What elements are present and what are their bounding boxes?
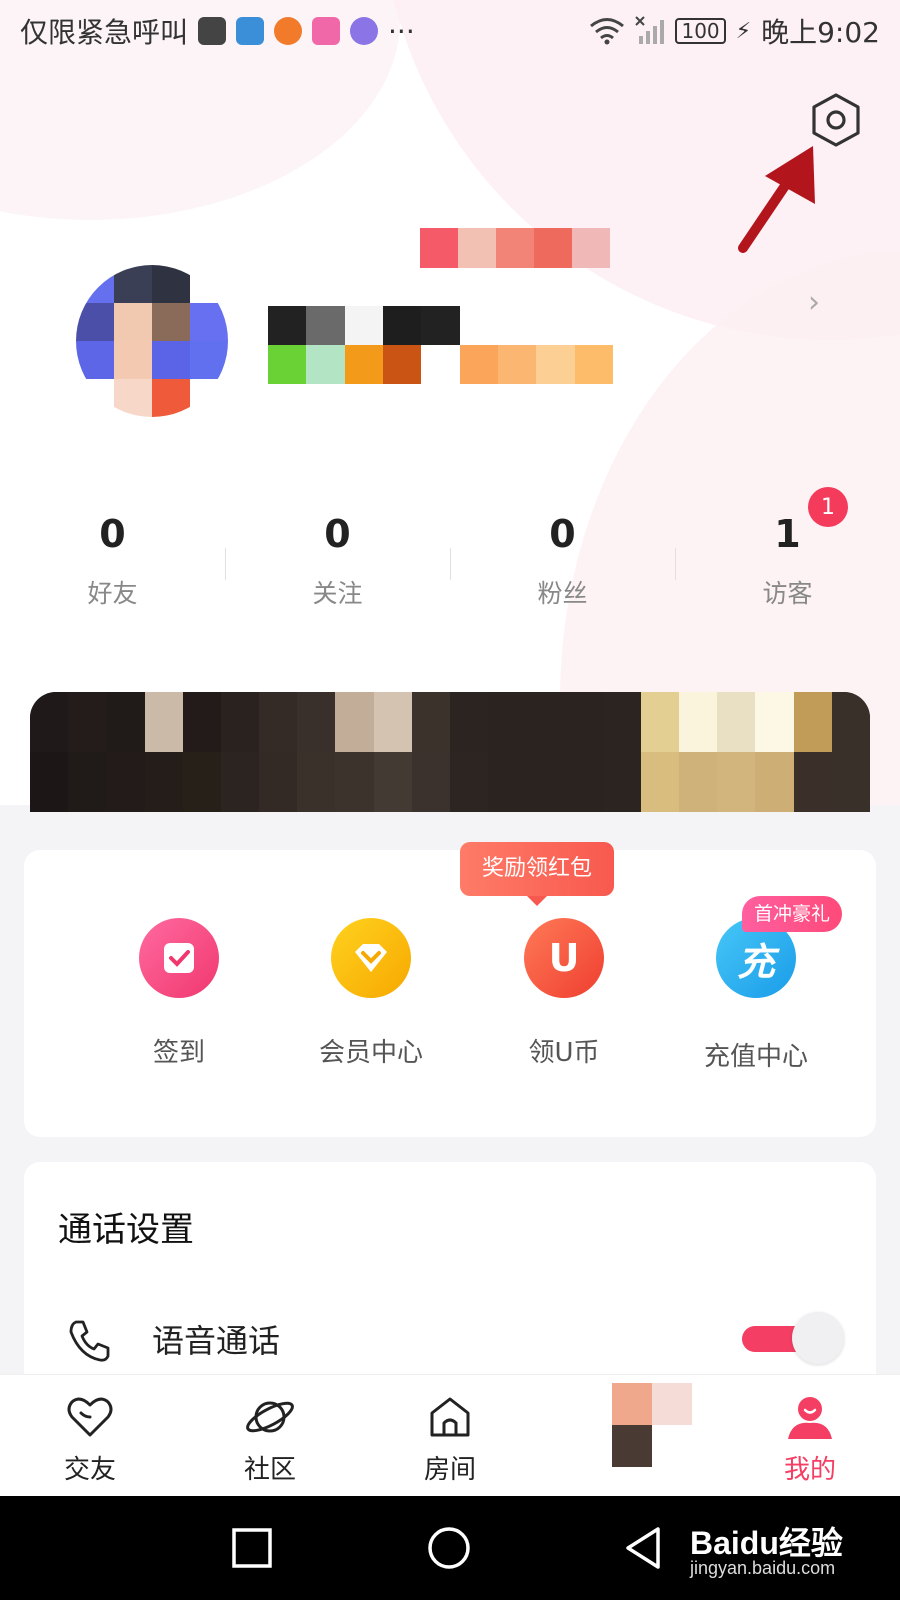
tab-label: 社区 <box>243 1455 296 1485</box>
profile-chevron-icon[interactable]: › <box>808 285 820 320</box>
tab-label: 我的 <box>783 1455 836 1485</box>
annotation-arrow <box>738 146 815 253</box>
recharge-icon-text: 充 <box>736 939 775 984</box>
voice-call-row[interactable]: 语音通话 <box>24 1310 876 1370</box>
voice-call-toggle[interactable] <box>742 1312 844 1364</box>
nickname-redacted <box>420 228 610 268</box>
call-settings-card: 通话设置 语音通话 <box>24 1162 876 1382</box>
quick-action-label: 领U币 <box>528 1038 600 1068</box>
house-icon <box>430 1397 470 1437</box>
tab-community[interactable]: 社区 <box>210 1391 330 1486</box>
back-icon[interactable] <box>620 1524 668 1572</box>
claim-ucoin-button[interactable]: U 领U币 <box>474 918 654 1069</box>
home-icon[interactable] <box>425 1524 473 1572</box>
first-recharge-tag: 首冲豪礼 <box>742 896 843 932</box>
checkin-icon <box>139 918 219 998</box>
charging-icon: ⚡ <box>735 18 752 44</box>
app-notification-icon <box>350 17 379 45</box>
user-badges-redacted <box>268 306 613 384</box>
checkin-button[interactable]: 签到 <box>89 918 269 1069</box>
vip-banner-redacted[interactable] <box>30 692 870 812</box>
wifi-icon <box>590 18 625 45</box>
quick-action-label: 签到 <box>152 1038 205 1068</box>
profile-icon <box>788 1397 832 1439</box>
vip-diamond-icon <box>331 918 411 998</box>
quick-actions-card: 签到 会员中心 U 领U币 充 充值中心 奖励领红包 首冲豪礼 <box>24 842 876 1137</box>
status-bar: 仅限紧急呼叫 ··· 100 ⚡ 晚上9:02 <box>0 0 900 62</box>
tab-label: 交友 <box>63 1455 116 1485</box>
ucoin-icon: U <box>524 918 604 998</box>
stat-following[interactable]: 0 关注 <box>225 510 450 620</box>
toggle-knob <box>792 1312 844 1364</box>
stat-fans[interactable]: 0 粉丝 <box>450 510 675 620</box>
more-notifications-icon: ··· <box>388 14 415 48</box>
stat-label: 好友 <box>87 579 138 608</box>
tab-label: 房间 <box>423 1455 476 1485</box>
stat-label: 粉丝 <box>537 579 588 608</box>
stat-value: 0 <box>549 512 576 556</box>
stat-label: 访客 <box>762 579 813 608</box>
user-avatar[interactable] <box>76 265 228 417</box>
carrier-text: 仅限紧急呼叫 <box>20 16 189 49</box>
recharge-center-button[interactable]: 充 充值中心 <box>666 918 846 1073</box>
activity-app-icon <box>198 17 227 45</box>
ucoin-icon-text: U <box>548 936 580 980</box>
quick-action-label: 充值中心 <box>703 1042 808 1072</box>
tab-rooms[interactable]: 房间 <box>390 1391 510 1486</box>
app-notification-icon <box>236 17 265 45</box>
heart-icon <box>67 1397 113 1437</box>
reward-bubble[interactable]: 奖励领红包 <box>460 842 615 906</box>
stat-value: 1 <box>774 512 801 556</box>
stat-friends[interactable]: 0 好友 <box>0 510 225 620</box>
stats-row: 0 好友 0 关注 0 粉丝 1 访客 <box>0 510 900 620</box>
stat-visitors[interactable]: 1 访客 <box>675 510 900 620</box>
voice-call-label: 语音通话 <box>152 1322 281 1360</box>
stat-value: 0 <box>324 512 351 556</box>
signal-icon <box>635 16 665 44</box>
app-notification-icon <box>312 17 341 45</box>
phone-icon <box>69 1320 110 1362</box>
tab-make-friends[interactable]: 交友 <box>30 1391 150 1486</box>
bottom-tab-bar: 交友 社区 房间 我的 <box>0 1374 900 1496</box>
vip-center-button[interactable]: 会员中心 <box>281 918 461 1069</box>
visitor-count-badge: 1 <box>808 487 848 527</box>
app-notification-icon <box>274 17 303 45</box>
pixelated-tab-icon[interactable] <box>612 1383 692 1467</box>
quick-action-label: 会员中心 <box>318 1038 423 1068</box>
planet-icon <box>246 1401 294 1433</box>
stat-value: 0 <box>99 512 126 556</box>
recent-apps-icon[interactable] <box>228 1524 276 1572</box>
stat-label: 关注 <box>312 579 363 608</box>
baidu-watermark-url: jingyan.baidu.com <box>690 1558 836 1578</box>
tab-mine[interactable]: 我的 <box>750 1391 870 1486</box>
call-settings-title: 通话设置 <box>58 1210 194 1250</box>
battery-indicator: 100 <box>675 18 726 44</box>
clock: 晚上9:02 <box>761 16 880 49</box>
